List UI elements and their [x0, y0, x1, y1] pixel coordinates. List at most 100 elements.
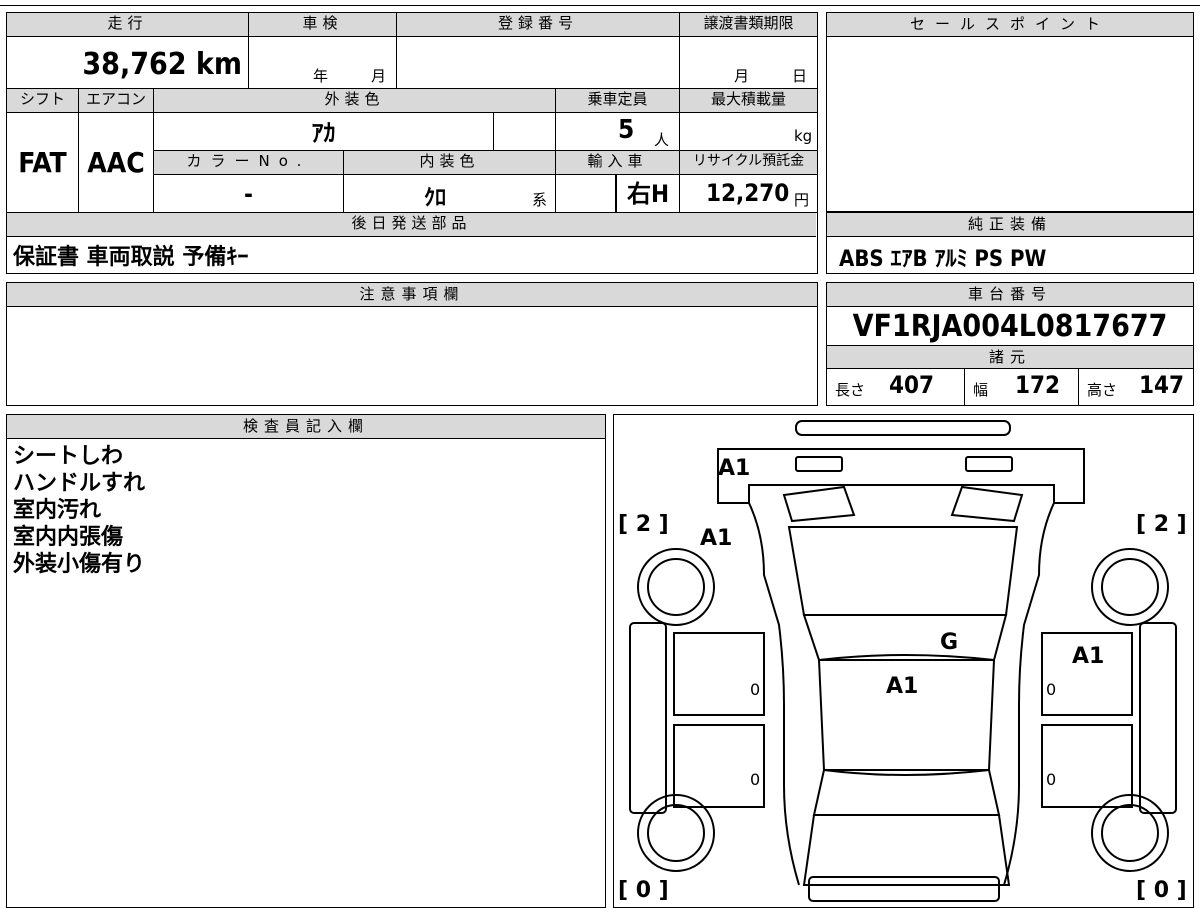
right-rear-door — [1041, 724, 1133, 808]
mileage-value: 38,762 km — [7, 37, 249, 89]
recycle-value-cell: 12,270 円 — [680, 175, 817, 213]
inspector-line: シートしわ — [13, 444, 124, 469]
roof — [817, 654, 996, 776]
left-side-rail — [629, 622, 667, 814]
grille — [950, 485, 1024, 523]
recycle-header: リサイクル預託金 — [680, 151, 817, 175]
panel-left-front: 0 — [750, 680, 760, 699]
equipment-value: ABS ｴｱB ｱﾙﾐ PS PW — [839, 247, 1047, 272]
sales-point-header: セールスポイント — [827, 13, 1193, 37]
max-load-value-cell: kg — [680, 113, 817, 151]
tire-front-left: [ 2 ] — [618, 512, 669, 537]
interior-color-header: 内装色 — [344, 151, 556, 175]
headlight-right — [965, 456, 1013, 472]
inspection-value: 年 月 — [249, 37, 397, 89]
recycle-unit: 円 — [794, 191, 810, 209]
chassis-value: VF1RJA004L0817677 — [852, 309, 1168, 344]
transfer-month: 月 — [734, 67, 750, 85]
car-diagram: A1 A1 A1 G A1 [ 2 ] [ 2 ] [ 0 ] [ 0 ] 0 … — [618, 420, 1187, 903]
inspection-month: 月 — [371, 67, 387, 85]
shift-header: シフト — [7, 89, 79, 113]
spec-width-label: 幅 — [973, 381, 989, 399]
interior-color-suffix: 系 — [532, 191, 548, 209]
mark-hood: A1 — [700, 526, 732, 551]
interior-color-value: ｸﾛ — [424, 186, 447, 211]
transfer-deadline-header: 譲渡書類期限 — [680, 13, 817, 37]
shift-value: FAT — [7, 113, 79, 213]
capacity-value: 5 — [618, 115, 635, 145]
top-strip — [0, 0, 1200, 6]
right-side-rail — [1139, 622, 1177, 814]
equipment-block: 純正装備 ABS ｴｱB ｱﾙﾐ PS PW — [826, 212, 1194, 274]
car-diagram-block: A1 A1 A1 G A1 [ 2 ] [ 2 ] [ 0 ] [ 0 ] 0 … — [613, 414, 1194, 908]
inspector-block: 検査員記入欄 シートしわ ハンドルすれ 室内汚れ 室内内張傷 外装小傷有り — [6, 414, 606, 908]
mark-roof: A1 — [886, 674, 918, 699]
capacity-unit: 人 — [654, 131, 670, 149]
max-load-header: 最大積載量 — [680, 89, 817, 113]
chassis-header: 車台番号 — [827, 283, 1193, 307]
panel-left-rear: 0 — [750, 770, 760, 789]
import-spacer — [556, 175, 616, 213]
inspector-line: ハンドルすれ — [13, 471, 146, 496]
aircon-value: AAC — [79, 113, 154, 213]
later-parts-header: 後日発送部品 — [7, 213, 816, 237]
specs-row: 長さ 407 幅 172 高さ 147 — [827, 369, 1193, 405]
spec-height-label: 高さ — [1087, 381, 1118, 399]
chassis-block: 車台番号 VF1RJA004L0817677 諸元 長さ 407 幅 172 高… — [826, 282, 1194, 406]
front-bumper-strip — [795, 420, 1011, 436]
transfer-day: 日 — [792, 67, 808, 85]
mark-windshield: G — [940, 630, 958, 655]
mark-front: A1 — [718, 456, 750, 481]
inspector-line: 室内汚れ — [13, 498, 102, 523]
windshield — [802, 614, 1008, 661]
front-left-wheel — [637, 548, 715, 626]
capacity-value-cell: 5 人 — [556, 113, 680, 151]
registration-value — [397, 37, 680, 89]
spec-width-value: 172 — [1015, 371, 1061, 399]
trunk — [802, 814, 1011, 886]
aircon-header: エアコン — [79, 89, 154, 113]
spec-length-value: 407 — [889, 371, 935, 399]
front-right-wheel — [1091, 548, 1169, 626]
max-load-unit: kg — [794, 127, 813, 145]
grille — [782, 485, 856, 523]
tire-rear-right: [ 0 ] — [1136, 878, 1187, 903]
inspector-line: 外装小傷有り — [13, 552, 146, 577]
sales-point-block: セールスポイント — [826, 12, 1194, 212]
specs-header: 諸元 — [827, 345, 1193, 369]
color-no-header: カラーNo. — [154, 151, 344, 175]
vehicle-info-block: 走行 車検 登録番号 譲渡書類期限 38,762 km 年 月 月 日 シフト … — [6, 12, 818, 274]
exterior-color-extra — [494, 113, 556, 151]
color-no-value: - — [154, 175, 344, 213]
import-value: 右H — [616, 175, 680, 213]
exterior-color-value: ｱｶ — [154, 113, 494, 151]
left-rear-door — [673, 724, 765, 808]
inspection-year: 年 — [313, 67, 329, 85]
panel-right-front: 0 — [1046, 680, 1056, 699]
spec-length-label: 長さ — [835, 381, 866, 399]
headlight-left — [795, 456, 843, 472]
rear-glass — [812, 769, 1001, 816]
import-header: 輸入車 — [556, 151, 680, 175]
inspection-header: 車検 — [249, 13, 397, 37]
inspector-header: 検査員記入欄 — [7, 415, 605, 439]
inspector-line: 室内内張傷 — [13, 525, 124, 550]
transfer-deadline-value: 月 日 — [680, 37, 817, 89]
spec-height-cell: 高さ 147 — [1079, 369, 1192, 405]
panel-right-rear: 0 — [1046, 770, 1056, 789]
exterior-color-header: 外装色 — [154, 89, 556, 113]
capacity-header: 乗車定員 — [556, 89, 680, 113]
left-front-door — [673, 632, 765, 716]
tire-front-right: [ 2 ] — [1136, 512, 1187, 537]
rear-bumper — [808, 876, 1000, 902]
equipment-header: 純正装備 — [827, 213, 1193, 237]
mileage-header: 走行 — [7, 13, 249, 37]
interior-color-value-cell: ｸﾛ 系 — [344, 175, 556, 213]
mark-fender-right: A1 — [1072, 644, 1104, 669]
notes-block: 注意事項欄 — [6, 282, 818, 406]
later-parts-value: 保証書 車両取説 予備ｷｰ — [13, 245, 249, 270]
spec-width-cell: 幅 172 — [965, 369, 1079, 405]
recycle-value: 12,270 — [706, 179, 790, 207]
registration-header: 登録番号 — [397, 13, 680, 37]
hood-center — [787, 526, 1019, 616]
